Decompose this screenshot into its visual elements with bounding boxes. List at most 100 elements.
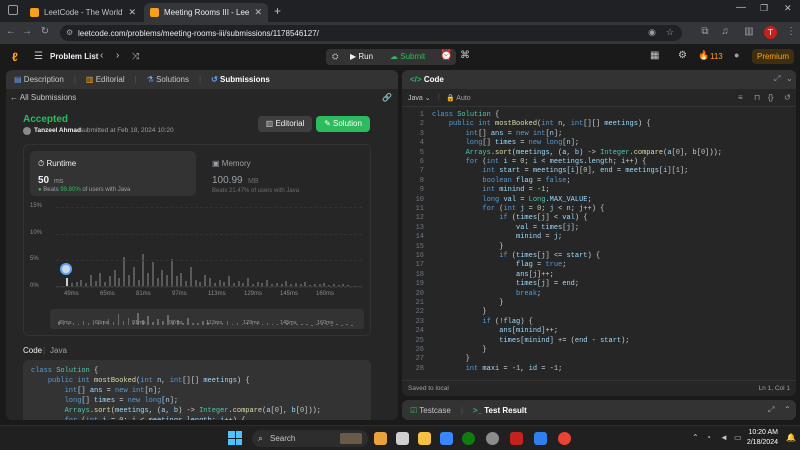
media-icon[interactable]: ♫ bbox=[718, 26, 732, 37]
chrome-menu-icon[interactable]: ⋮ bbox=[784, 26, 798, 37]
submit-button[interactable]: ☁ Submit bbox=[390, 52, 425, 61]
notes-icon[interactable]: ⌘ bbox=[460, 50, 470, 61]
chart-bar[interactable] bbox=[223, 281, 226, 286]
chart-bar[interactable] bbox=[342, 283, 345, 286]
language-select[interactable]: Java ⌄ bbox=[408, 94, 431, 102]
copilot-icon[interactable] bbox=[374, 432, 387, 445]
tab-test-result[interactable]: >_ Test Result bbox=[473, 406, 527, 415]
auto-mode-toggle[interactable]: 🔒 Auto bbox=[446, 94, 471, 102]
store-icon[interactable] bbox=[440, 432, 453, 445]
chart-bar[interactable] bbox=[294, 283, 297, 286]
tab-testcase[interactable]: ☑ Testcase bbox=[410, 406, 451, 415]
extensions-icon[interactable]: ⧉ bbox=[698, 26, 712, 37]
browser-tab-meeting-rooms[interactable]: Meeting Rooms III - LeetCode ✕ bbox=[144, 3, 268, 22]
chart-bar[interactable] bbox=[94, 280, 97, 286]
chrome-icon[interactable] bbox=[558, 432, 571, 445]
chart-bar[interactable] bbox=[199, 281, 202, 286]
maximize-panel-icon[interactable]: ⤢ bbox=[768, 405, 774, 415]
file-explorer-icon[interactable] bbox=[418, 432, 431, 445]
app-icon[interactable] bbox=[510, 432, 523, 445]
chart-bar[interactable] bbox=[209, 278, 211, 286]
chart-bar[interactable] bbox=[285, 281, 288, 286]
problem-list-link[interactable]: Problem List bbox=[50, 52, 98, 61]
chart-bar[interactable] bbox=[313, 283, 316, 286]
chart-bar[interactable] bbox=[232, 283, 235, 286]
chart-bar[interactable] bbox=[242, 282, 245, 286]
chart-bar[interactable] bbox=[113, 270, 116, 286]
streak-count[interactable]: 113 bbox=[710, 52, 723, 61]
address-bar[interactable]: ⚙ leetcode.com/problems/meeting-rooms-ii… bbox=[60, 25, 682, 41]
run-button[interactable]: ▶ Run bbox=[350, 52, 373, 61]
collapse-panel-icon[interactable]: ⌄ bbox=[786, 74, 793, 83]
maximize-icon[interactable]: ❐ bbox=[760, 3, 768, 14]
chart-bar[interactable] bbox=[194, 279, 197, 286]
chart-bar[interactable] bbox=[156, 278, 159, 286]
browser-tab-leetcode-home[interactable]: LeetCode - The World's Leadin ✕ bbox=[24, 3, 142, 22]
clock-date[interactable]: 2/18/2024 bbox=[746, 439, 778, 446]
timer-icon[interactable]: ⏰ bbox=[440, 50, 452, 61]
solution-button[interactable]: ✎ Solution bbox=[316, 116, 370, 132]
chart-bar[interactable] bbox=[251, 283, 254, 286]
reset-code-icon[interactable]: ↺ bbox=[784, 93, 791, 102]
close-tab-icon[interactable]: ✕ bbox=[254, 7, 262, 18]
chart-bar[interactable] bbox=[189, 267, 192, 286]
chart-bar[interactable] bbox=[147, 272, 150, 286]
xbox-icon[interactable] bbox=[462, 432, 475, 445]
chart-bar[interactable] bbox=[218, 279, 221, 286]
vscode-icon[interactable] bbox=[534, 432, 547, 445]
clock-time[interactable]: 10:20 AM bbox=[748, 429, 778, 436]
chart-bar[interactable] bbox=[304, 282, 307, 286]
chart-bar[interactable] bbox=[118, 278, 121, 286]
tab-description[interactable]: ▤ Description bbox=[14, 75, 64, 84]
chart-bar[interactable] bbox=[108, 276, 111, 286]
tab-solutions[interactable]: ⚗ Solutions bbox=[147, 75, 189, 84]
code-editor[interactable]: 1 class Solution {2 public int mostBooked… bbox=[402, 110, 796, 378]
chart-bar[interactable] bbox=[328, 284, 331, 286]
site-info-icon[interactable]: ⚙ bbox=[66, 28, 73, 37]
chart-bar[interactable] bbox=[309, 284, 312, 286]
new-tab-button[interactable]: + bbox=[274, 4, 281, 18]
premium-button[interactable]: Premium bbox=[752, 49, 794, 64]
chart-bar[interactable] bbox=[104, 281, 107, 286]
volume-icon[interactable]: ◄ bbox=[720, 433, 728, 442]
tab-search-icon[interactable] bbox=[8, 5, 18, 15]
chart-bar[interactable] bbox=[99, 272, 102, 286]
chart-bar[interactable] bbox=[290, 284, 293, 286]
taskbar-search[interactable]: ⌕ Search bbox=[252, 430, 368, 447]
user-position-marker[interactable] bbox=[60, 263, 72, 275]
notification-bell-icon[interactable]: 🔔 bbox=[786, 433, 796, 442]
forward-icon[interactable]: → bbox=[20, 26, 34, 37]
layout-icon[interactable]: ▦ bbox=[650, 50, 659, 61]
prev-problem-icon[interactable]: ‹ bbox=[100, 50, 103, 61]
chart-bar[interactable] bbox=[89, 275, 92, 286]
chart-bar[interactable] bbox=[142, 254, 145, 286]
back-icon[interactable]: ← bbox=[4, 26, 18, 37]
chart-bar[interactable] bbox=[280, 283, 283, 286]
next-problem-icon[interactable]: › bbox=[116, 50, 119, 61]
chart-bar[interactable] bbox=[332, 284, 335, 286]
maximize-panel-icon[interactable]: ⤢ bbox=[774, 74, 780, 84]
chart-bar[interactable] bbox=[175, 276, 178, 286]
chart-bar[interactable] bbox=[80, 279, 83, 286]
shuffle-icon[interactable]: ⤨ bbox=[132, 51, 139, 62]
chart-bar[interactable] bbox=[170, 259, 173, 286]
eye-off-icon[interactable]: ◉ bbox=[648, 27, 656, 38]
leetcode-logo-icon[interactable]: ℓ bbox=[12, 50, 24, 64]
profile-avatar[interactable]: T bbox=[764, 26, 777, 39]
chart-bar[interactable] bbox=[180, 272, 183, 286]
chart-bar[interactable] bbox=[299, 284, 302, 286]
tab-editorial[interactable]: ▥ Editorial bbox=[86, 75, 125, 84]
format-icon[interactable]: ≡ bbox=[738, 93, 743, 102]
chart-bar[interactable] bbox=[204, 275, 207, 286]
settings-icon[interactable]: ⚙ bbox=[678, 50, 687, 61]
reload-icon[interactable]: ↻ bbox=[38, 26, 52, 37]
task-view-icon[interactable] bbox=[396, 432, 409, 445]
close-tab-icon[interactable]: ✕ bbox=[128, 7, 136, 18]
chart-bar[interactable] bbox=[70, 283, 73, 286]
chart-bar[interactable] bbox=[185, 280, 188, 286]
tab-code[interactable]: </> Code bbox=[410, 75, 444, 84]
chart-bar[interactable] bbox=[132, 267, 135, 286]
chart-bar[interactable] bbox=[137, 279, 140, 286]
chart-range-slider[interactable]: 49ms 66ms 81ms 97ms 113ms 129ms 145ms 160ms bbox=[50, 309, 364, 329]
chart-bar[interactable] bbox=[213, 282, 216, 286]
